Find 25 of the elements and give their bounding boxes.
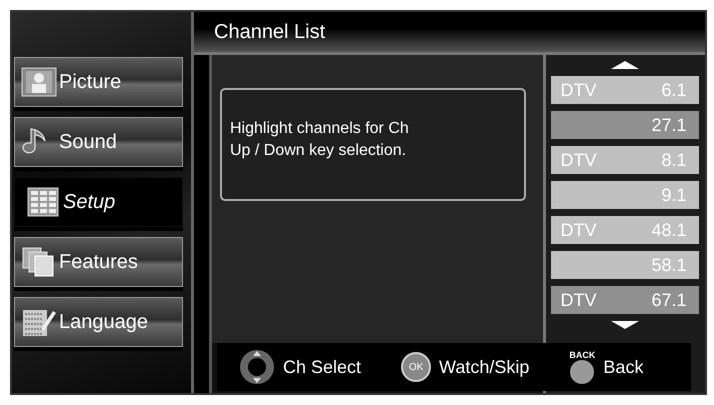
- channel-number: 9.1: [661, 184, 686, 206]
- channel-number: 6.1: [661, 80, 686, 100]
- channel-row[interactable]: DTV 67.1: [550, 286, 698, 314]
- key-hint: Back: [603, 356, 644, 378]
- channel-row[interactable]: 58.1: [550, 251, 698, 279]
- channel-row[interactable]: DTV 48.1: [550, 216, 698, 244]
- channel-row[interactable]: 27.1: [550, 111, 698, 139]
- channel-type: DTV: [560, 80, 596, 100]
- channel-number: 67.1: [651, 290, 686, 310]
- channel-row[interactable]: 9.1: [550, 181, 698, 209]
- screen-title: Channel List: [214, 20, 326, 44]
- channel-number: 8.1: [661, 150, 686, 170]
- ok-key: OK: [401, 352, 432, 382]
- channel-number: 58.1: [651, 254, 686, 276]
- key-hint: Ch Select: [283, 356, 362, 378]
- channel-type: DTV: [560, 150, 596, 170]
- channel-row[interactable]: DTV 6.1: [550, 76, 698, 104]
- channel-number: 27.1: [651, 114, 686, 136]
- channel-number: 48.1: [651, 220, 686, 240]
- channel-type: DTV: [560, 220, 596, 240]
- help-text: Highlight channels for Ch Up / Down key selection.: [220, 88, 526, 201]
- channel-type: DTV: [560, 290, 596, 310]
- channel-row[interactable]: DTV 8.1: [550, 146, 698, 174]
- back-key-label: BACK: [569, 350, 596, 360]
- key-hint: Watch/Skip: [439, 356, 530, 378]
